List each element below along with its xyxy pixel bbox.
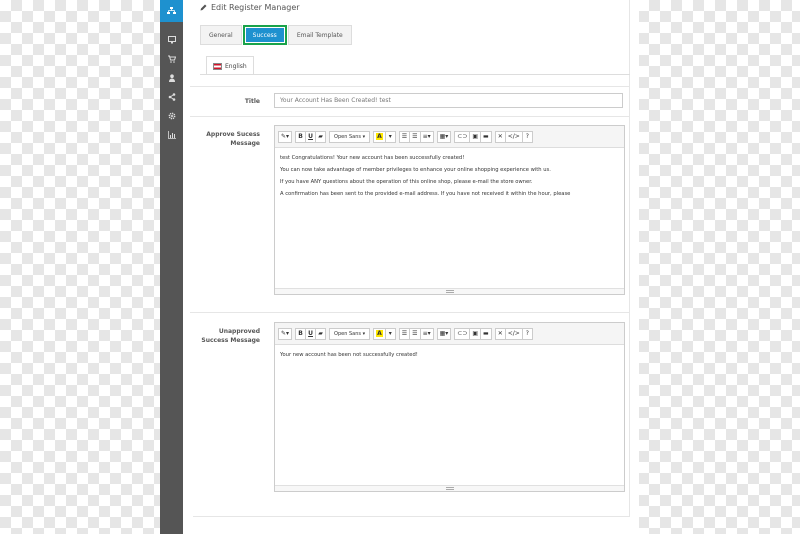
sitemap-icon <box>167 7 176 14</box>
magic-wand-icon: ✎▾ <box>281 133 290 140</box>
share-icon <box>168 92 175 101</box>
row-divider <box>190 312 630 313</box>
cart-icon <box>167 55 176 63</box>
highlight-dropdown-button[interactable]: ▾ <box>384 130 396 143</box>
uk-flag-icon <box>213 62 222 70</box>
approve-label-line1: Approve Sucess <box>206 131 260 138</box>
sidebar <box>160 0 183 534</box>
pencil-icon <box>200 4 207 11</box>
image-icon: ▣ <box>472 133 479 140</box>
message-line: Your new account has been not successful… <box>280 352 418 358</box>
sidebar-item-system[interactable] <box>160 106 183 125</box>
message-line: test Congratulations! Your new account h… <box>280 155 465 161</box>
align-left-icon: ≡▾ <box>422 133 431 140</box>
link-icon: ⊂⊃ <box>457 330 468 337</box>
page-title: Edit Register Manager <box>211 3 300 12</box>
paragraph-button[interactable]: ≡▾ <box>419 130 434 143</box>
tab-success[interactable]: Success <box>242 25 287 45</box>
eraser-button[interactable]: ▰ <box>315 327 327 340</box>
title-input[interactable]: Your Account Has Been Created! test <box>274 93 623 108</box>
resize-handle[interactable] <box>275 288 624 294</box>
table-icon: ▦▾ <box>439 330 449 337</box>
gear-icon <box>168 112 175 119</box>
tab-bar: General Success Email Template <box>200 25 353 45</box>
language-tab-english[interactable]: English <box>206 56 254 75</box>
image-icon: ▣ <box>472 330 479 337</box>
main-panel: Edit Register Manager General Success Em… <box>183 0 639 534</box>
table-icon: ▦▾ <box>439 133 449 140</box>
row-divider <box>190 116 630 117</box>
sidebar-item-design[interactable] <box>160 30 183 49</box>
caret-down-icon: ▾ <box>388 330 392 337</box>
sidebar-dashboard[interactable] <box>160 0 183 22</box>
approve-editor: ✎▾ B U ▰ Open Sans ▾ A ▾ ☰ ☰ ≡▾ ▦▾ ⊂⊃ ▣ … <box>274 125 625 295</box>
video-button[interactable]: ▬ <box>480 130 492 143</box>
fullscreen-icon: ✕ <box>497 330 503 337</box>
unapprove-toolbar: ✎▾ B U ▰ Open Sans ▾ A ▾ ☰ ☰ ≡▾ ▦▾ ⊂⊃ ▣ … <box>275 323 624 345</box>
message-line: You can now take advantage of member pri… <box>280 167 551 173</box>
link-button[interactable]: ⊂⊃ <box>454 327 471 340</box>
table-button[interactable]: ▦▾ <box>436 130 452 143</box>
fullscreen-icon: ✕ <box>497 133 503 140</box>
font-family-select[interactable]: Open Sans ▾ <box>329 327 371 340</box>
magic-wand-button[interactable]: ✎▾ <box>278 327 293 340</box>
magic-wand-button[interactable]: ✎▾ <box>278 130 293 143</box>
paragraph-button[interactable]: ≡▾ <box>419 327 434 340</box>
bar-chart-icon <box>167 130 176 139</box>
monitor-icon <box>167 35 176 43</box>
table-button[interactable]: ▦▾ <box>436 327 452 340</box>
message-line: If you have ANY questions about the oper… <box>280 179 533 185</box>
sidebar-item-marketing[interactable] <box>160 87 183 106</box>
video-icon: ▬ <box>483 133 489 140</box>
approve-label-line2: Message <box>230 140 260 147</box>
unapprove-message-text[interactable]: Your new account has been not successful… <box>275 345 624 365</box>
row-divider <box>190 86 630 87</box>
link-button[interactable]: ⊂⊃ <box>454 130 471 143</box>
sidebar-item-customers[interactable] <box>160 68 183 87</box>
help-button[interactable]: ? <box>521 327 533 340</box>
eraser-icon: ▰ <box>318 330 323 337</box>
approve-message-text[interactable]: test Congratulations! Your new account h… <box>275 148 624 204</box>
approve-label: Approve Sucess Message <box>190 130 260 148</box>
list-ol-icon: ☰ <box>412 133 418 140</box>
language-tab-divider <box>200 74 630 75</box>
video-button[interactable]: ▬ <box>480 327 492 340</box>
unapprove-label-line2: Success Message <box>201 337 260 344</box>
page-heading: Edit Register Manager <box>200 3 300 12</box>
code-view-button[interactable]: </> <box>504 327 523 340</box>
video-icon: ▬ <box>483 330 489 337</box>
list-ul-icon: ☰ <box>401 330 408 337</box>
help-button[interactable]: ? <box>521 130 533 143</box>
eraser-button[interactable]: ▰ <box>315 130 327 143</box>
unapprove-label: Unapproved Success Message <box>190 327 260 345</box>
tab-general[interactable]: General <box>200 25 242 45</box>
list-ol-icon: ☰ <box>412 330 418 337</box>
magic-wand-icon: ✎▾ <box>281 330 290 337</box>
eraser-icon: ▰ <box>318 133 323 140</box>
tab-email-template[interactable]: Email Template <box>287 25 352 45</box>
font-family-select[interactable]: Open Sans ▾ <box>329 130 371 143</box>
code-view-button[interactable]: </> <box>504 130 523 143</box>
sidebar-item-reports[interactable] <box>160 125 183 144</box>
font-family-value: Open Sans <box>334 330 362 337</box>
list-ul-icon: ☰ <box>401 133 408 140</box>
font-family-value: Open Sans <box>334 133 362 140</box>
highlight-icon: A <box>376 330 383 337</box>
language-label: English <box>225 62 247 70</box>
highlight-dropdown-button[interactable]: ▾ <box>384 327 396 340</box>
approve-toolbar: ✎▾ B U ▰ Open Sans ▾ A ▾ ☰ ☰ ≡▾ ▦▾ ⊂⊃ ▣ … <box>275 126 624 148</box>
title-label: Title <box>244 98 260 105</box>
unapprove-label-line1: Unapproved <box>218 328 260 335</box>
user-icon <box>168 73 175 82</box>
link-icon: ⊂⊃ <box>457 133 468 140</box>
caret-down-icon: ▾ <box>388 133 392 140</box>
align-left-icon: ≡▾ <box>422 330 431 337</box>
sidebar-item-sales[interactable] <box>160 49 183 68</box>
resize-handle[interactable] <box>275 485 624 491</box>
unapprove-editor: ✎▾ B U ▰ Open Sans ▾ A ▾ ☰ ☰ ≡▾ ▦▾ ⊂⊃ ▣ … <box>274 322 625 492</box>
message-line: A confirmation has been sent to the prov… <box>280 191 571 197</box>
highlight-icon: A <box>376 133 383 140</box>
